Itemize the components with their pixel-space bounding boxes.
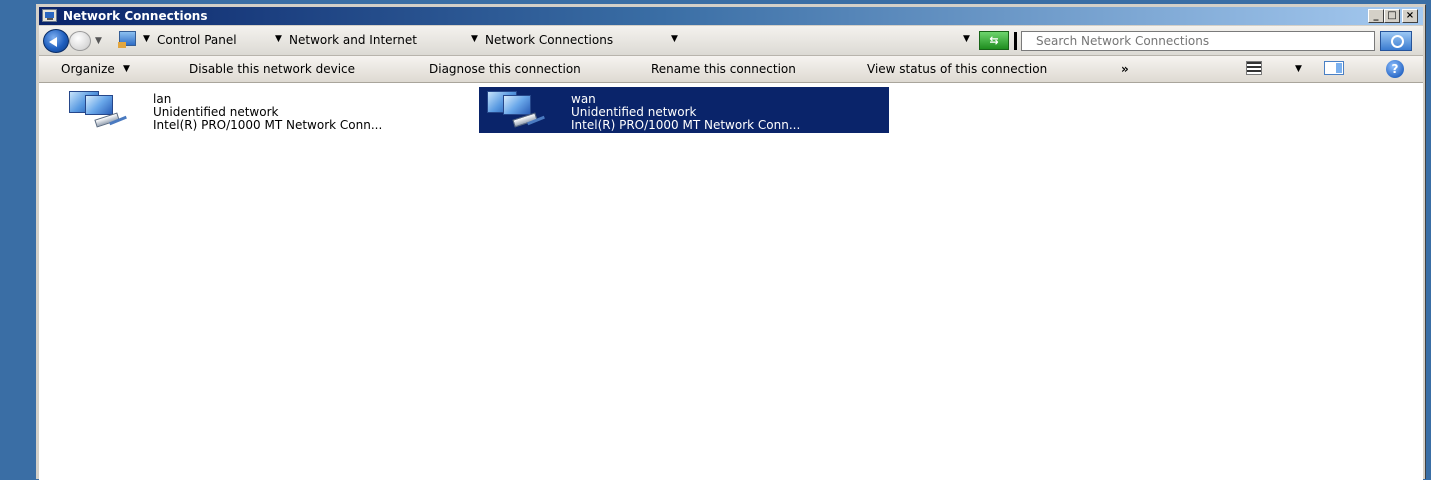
view-status-button[interactable]: View status of this connection	[867, 62, 1047, 76]
address-dropdown-icon[interactable]: ▼	[963, 34, 970, 44]
breadcrumb-chevron-icon[interactable]: ▼	[143, 34, 150, 44]
organize-menu[interactable]: Organize	[61, 62, 115, 76]
views-chevron-icon[interactable]: ▼	[1295, 64, 1302, 74]
search-box[interactable]	[1014, 31, 1376, 51]
control-panel-icon	[118, 31, 136, 48]
window-title: Network Connections	[63, 9, 208, 23]
address-bar: ▼ ▼ Control Panel ▼ Network and Internet…	[39, 26, 1423, 56]
connection-item-wan[interactable]: wan Unidentified network Intel(R) PRO/10…	[479, 87, 889, 133]
network-connections-window: Network Connections _ □ × ▼ ▼ Control Pa…	[36, 4, 1426, 480]
recent-pages-chevron-icon[interactable]: ▼	[95, 36, 102, 46]
breadcrumb-chevron-icon[interactable]: ▼	[275, 34, 282, 44]
breadcrumb-network-and-internet[interactable]: Network and Internet	[289, 33, 417, 47]
forward-button[interactable]	[69, 31, 91, 51]
refresh-button[interactable]: ⇆	[979, 31, 1009, 50]
views-icon[interactable]	[1246, 61, 1262, 75]
back-button[interactable]	[43, 29, 69, 53]
maximize-button[interactable]: □	[1384, 9, 1400, 23]
desktop-background	[0, 0, 36, 479]
breadcrumb-network-connections[interactable]: Network Connections	[485, 33, 613, 47]
connection-adapter: Intel(R) PRO/1000 MT Network Conn...	[153, 118, 383, 132]
disable-network-device-button[interactable]: Disable this network device	[189, 62, 355, 76]
close-button[interactable]: ×	[1402, 9, 1418, 23]
title-bar[interactable]: Network Connections _ □ ×	[39, 7, 1423, 25]
preview-pane-icon[interactable]	[1324, 61, 1344, 75]
breadcrumb-chevron-icon[interactable]: ▼	[471, 34, 478, 44]
rename-connection-button[interactable]: Rename this connection	[651, 62, 796, 76]
help-icon[interactable]: ?	[1386, 60, 1404, 78]
minimize-button[interactable]: _	[1368, 9, 1384, 23]
breadcrumb-control-panel[interactable]: Control Panel	[157, 33, 237, 47]
more-commands-button[interactable]: »	[1121, 62, 1129, 76]
network-adapter-icon	[487, 91, 545, 131]
search-icon[interactable]	[1380, 31, 1412, 51]
connection-item-lan[interactable]: lan Unidentified network Intel(R) PRO/10…	[39, 87, 449, 133]
search-input[interactable]	[1022, 32, 1376, 50]
organize-chevron-icon[interactable]: ▼	[123, 64, 130, 74]
connection-adapter: Intel(R) PRO/1000 MT Network Conn...	[571, 118, 801, 132]
connections-list: lan Unidentified network Intel(R) PRO/10…	[39, 83, 1423, 480]
network-adapter-icon	[69, 91, 127, 131]
diagnose-connection-button[interactable]: Diagnose this connection	[429, 62, 581, 76]
command-toolbar: Organize ▼ Disable this network device D…	[39, 56, 1423, 83]
breadcrumb-chevron-icon[interactable]: ▼	[671, 34, 678, 44]
network-connections-icon	[42, 9, 57, 22]
